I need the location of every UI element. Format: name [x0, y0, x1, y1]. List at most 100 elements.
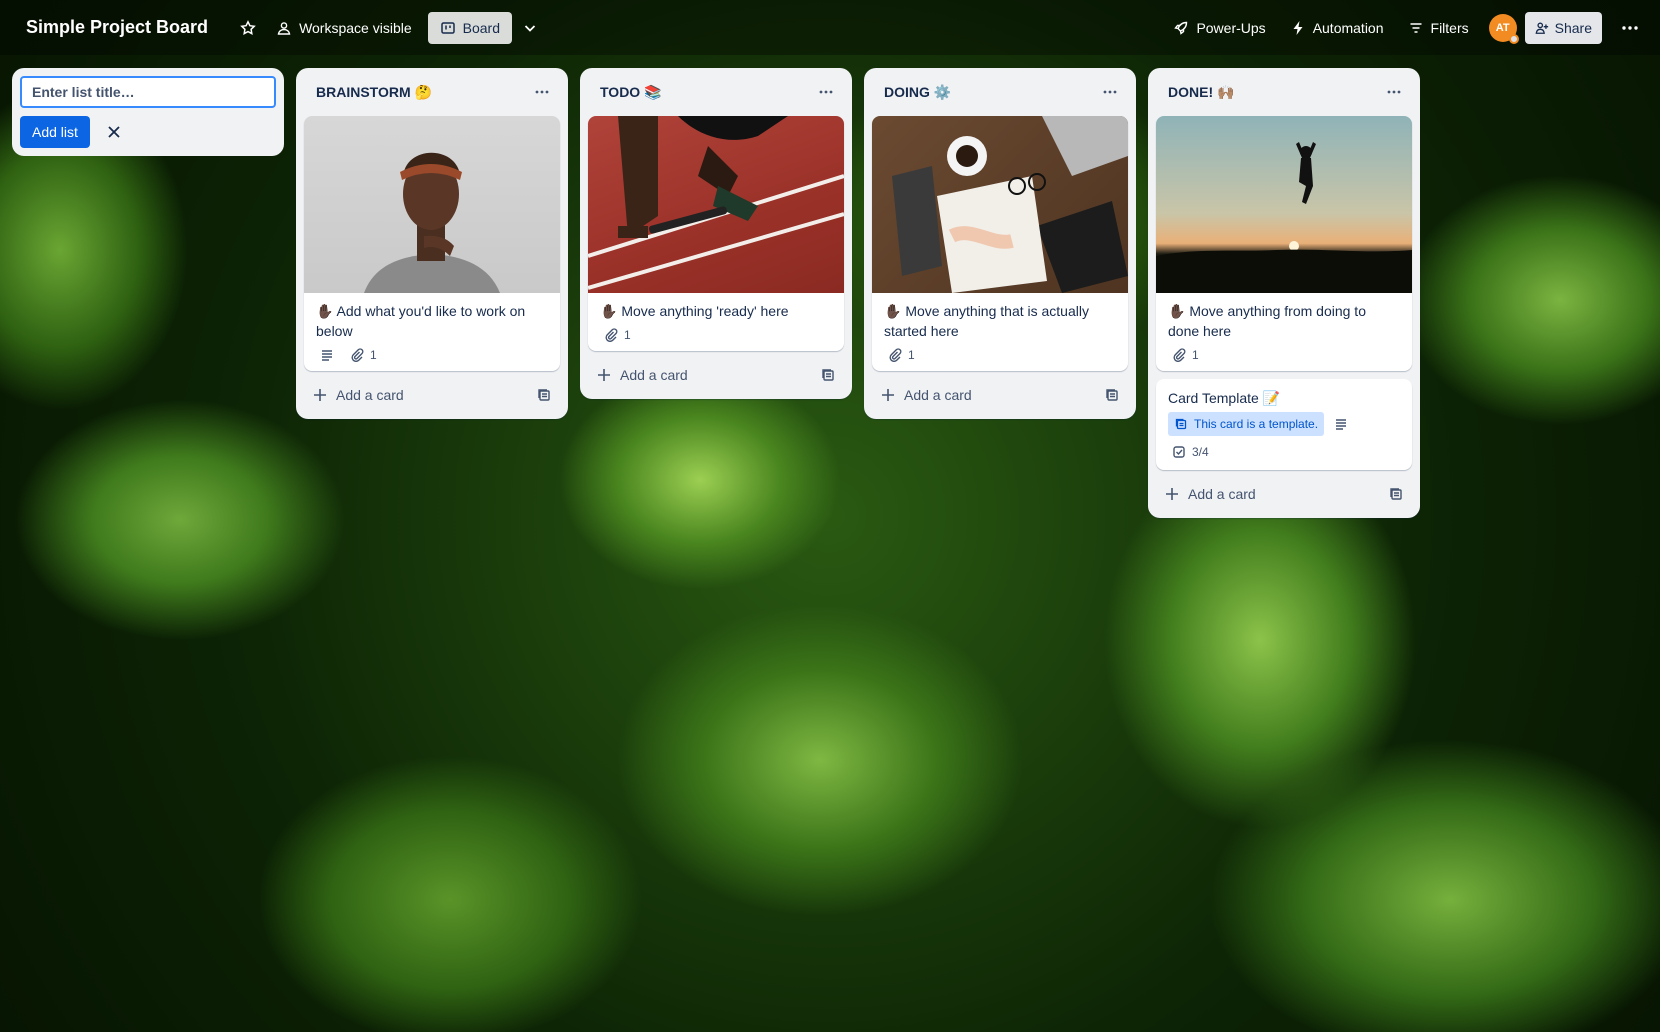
description-badge	[320, 348, 334, 362]
add-list-button[interactable]: Add list	[20, 116, 90, 148]
paperclip-icon	[889, 348, 902, 362]
board-header: Simple Project Board Workspace visible B…	[0, 0, 1660, 55]
card-title: Card Template 📝	[1168, 390, 1281, 406]
more-horizontal-icon	[535, 90, 549, 94]
add-card-label: Add a card	[620, 367, 688, 383]
lightning-icon	[1293, 20, 1303, 35]
add-card-button[interactable]: Add a card	[1156, 478, 1412, 510]
powerups-label: Power-Ups	[1196, 19, 1266, 36]
plus-icon	[1166, 488, 1178, 500]
chevron-down-icon	[524, 24, 536, 32]
list-title[interactable]: BRAINSTORM 🤔	[316, 84, 432, 101]
more-horizontal-icon	[1387, 90, 1401, 94]
add-card-button[interactable]: Add a card	[304, 379, 560, 411]
filters-label: Filters	[1430, 19, 1469, 36]
list-done: DONE! 🙌🏽 ✋🏿 Move anything from doing to …	[1148, 68, 1420, 518]
create-from-template-icon[interactable]	[536, 387, 552, 403]
card-cover-image	[1156, 116, 1412, 293]
template-icon	[1175, 418, 1187, 430]
list-doing: DOING ⚙️ ✋🏿 Move anything that is actual…	[864, 68, 1136, 419]
star-button[interactable]	[230, 12, 266, 44]
description-icon	[322, 350, 332, 361]
checklist-icon	[1173, 446, 1185, 458]
visibility-label: Workspace visible	[299, 19, 412, 36]
add-card-button[interactable]: Add a card	[872, 379, 1128, 411]
close-icon	[108, 126, 120, 138]
list-todo: TODO 📚 ✋🏿 Move anything 'ready' here 1 A…	[580, 68, 852, 399]
checklist-badge: 3/4	[1172, 445, 1209, 459]
plus-icon	[882, 389, 894, 401]
template-badge-label: This card is a template.	[1194, 417, 1319, 431]
attachment-count: 1	[1192, 348, 1199, 362]
card[interactable]: ✋🏿 Move anything from doing to done here…	[1156, 116, 1412, 371]
attachment-badge: 1	[350, 348, 377, 362]
create-from-template-icon[interactable]	[1104, 387, 1120, 403]
description-icon	[1336, 419, 1347, 430]
board-menu-button[interactable]	[1614, 12, 1646, 44]
admin-indicator-icon	[1508, 33, 1519, 44]
board-view-button[interactable]: Board	[427, 11, 512, 44]
attachment-badge: 1	[604, 328, 631, 342]
add-list-form: Add list	[12, 68, 284, 156]
list-menu-button[interactable]	[1382, 80, 1406, 104]
avatar[interactable]: AT	[1488, 13, 1519, 44]
add-card-label: Add a card	[336, 387, 404, 403]
plus-icon	[598, 369, 610, 381]
card-title: ✋🏿 Move anything from doing to done here	[1168, 303, 1366, 339]
add-card-label: Add a card	[904, 387, 972, 403]
list-brainstorm: BRAINSTORM 🤔 ✋🏿 Add what you'd like to w…	[296, 68, 568, 419]
more-horizontal-icon	[819, 90, 833, 94]
list-title[interactable]: DOING ⚙️	[884, 84, 951, 101]
list-menu-button[interactable]	[814, 80, 838, 104]
card[interactable]: ✋🏿 Add what you'd like to work on below …	[304, 116, 560, 371]
add-card-button[interactable]: Add a card	[588, 359, 844, 391]
add-card-label: Add a card	[1188, 486, 1256, 502]
board-title[interactable]: Simple Project Board	[26, 17, 208, 38]
card-title: ✋🏿 Move anything that is actually starte…	[884, 303, 1089, 339]
attachment-count: 1	[370, 348, 377, 362]
attachment-badge: 1	[1172, 348, 1199, 362]
create-from-template-icon[interactable]	[820, 367, 836, 383]
automation-label: Automation	[1312, 19, 1384, 36]
attachment-count: 1	[908, 348, 915, 362]
card-title: ✋🏿 Move anything 'ready' here	[600, 303, 789, 319]
view-switcher-button[interactable]	[512, 12, 548, 44]
more-horizontal-icon	[1622, 25, 1638, 30]
card-cover-image	[304, 116, 560, 293]
list-title[interactable]: TODO 📚	[600, 84, 662, 101]
card-template[interactable]: Card Template 📝 This card is a template.…	[1156, 379, 1412, 470]
attachment-badge: 1	[888, 348, 915, 362]
paperclip-icon	[605, 328, 618, 342]
paperclip-icon	[351, 348, 364, 362]
plus-icon	[314, 389, 326, 401]
list-title-input[interactable]	[20, 76, 276, 108]
board-icon	[440, 21, 455, 34]
list-menu-button[interactable]	[1098, 80, 1122, 104]
filters-button[interactable]: Filters	[1398, 12, 1479, 44]
share-label: Share	[1554, 19, 1592, 36]
avatar-initials: AT	[1495, 21, 1510, 34]
card[interactable]: ✋🏿 Move anything 'ready' here 1	[588, 116, 844, 351]
more-horizontal-icon	[1103, 90, 1117, 94]
rocket-icon	[1174, 21, 1188, 35]
visibility-button[interactable]: Workspace visible	[266, 12, 422, 44]
powerups-button[interactable]: Power-Ups	[1163, 12, 1275, 44]
card-cover-image	[588, 116, 844, 293]
paperclip-icon	[1173, 348, 1186, 362]
filter-icon	[1410, 22, 1422, 33]
description-badge	[1334, 417, 1348, 431]
add-person-icon	[1535, 22, 1548, 34]
attachment-count: 1	[624, 328, 631, 342]
cancel-add-list-button[interactable]	[102, 120, 126, 144]
star-icon	[240, 19, 256, 35]
checklist-count: 3/4	[1192, 445, 1209, 459]
template-badge: This card is a template.	[1168, 412, 1325, 436]
share-button[interactable]: Share	[1524, 11, 1602, 44]
list-menu-button[interactable]	[530, 80, 554, 104]
list-title[interactable]: DONE! 🙌🏽	[1168, 84, 1234, 101]
people-icon	[277, 21, 291, 35]
board-view-label: Board	[462, 19, 500, 36]
card[interactable]: ✋🏿 Move anything that is actually starte…	[872, 116, 1128, 371]
create-from-template-icon[interactable]	[1388, 486, 1404, 502]
automation-button[interactable]: Automation	[1280, 12, 1394, 44]
